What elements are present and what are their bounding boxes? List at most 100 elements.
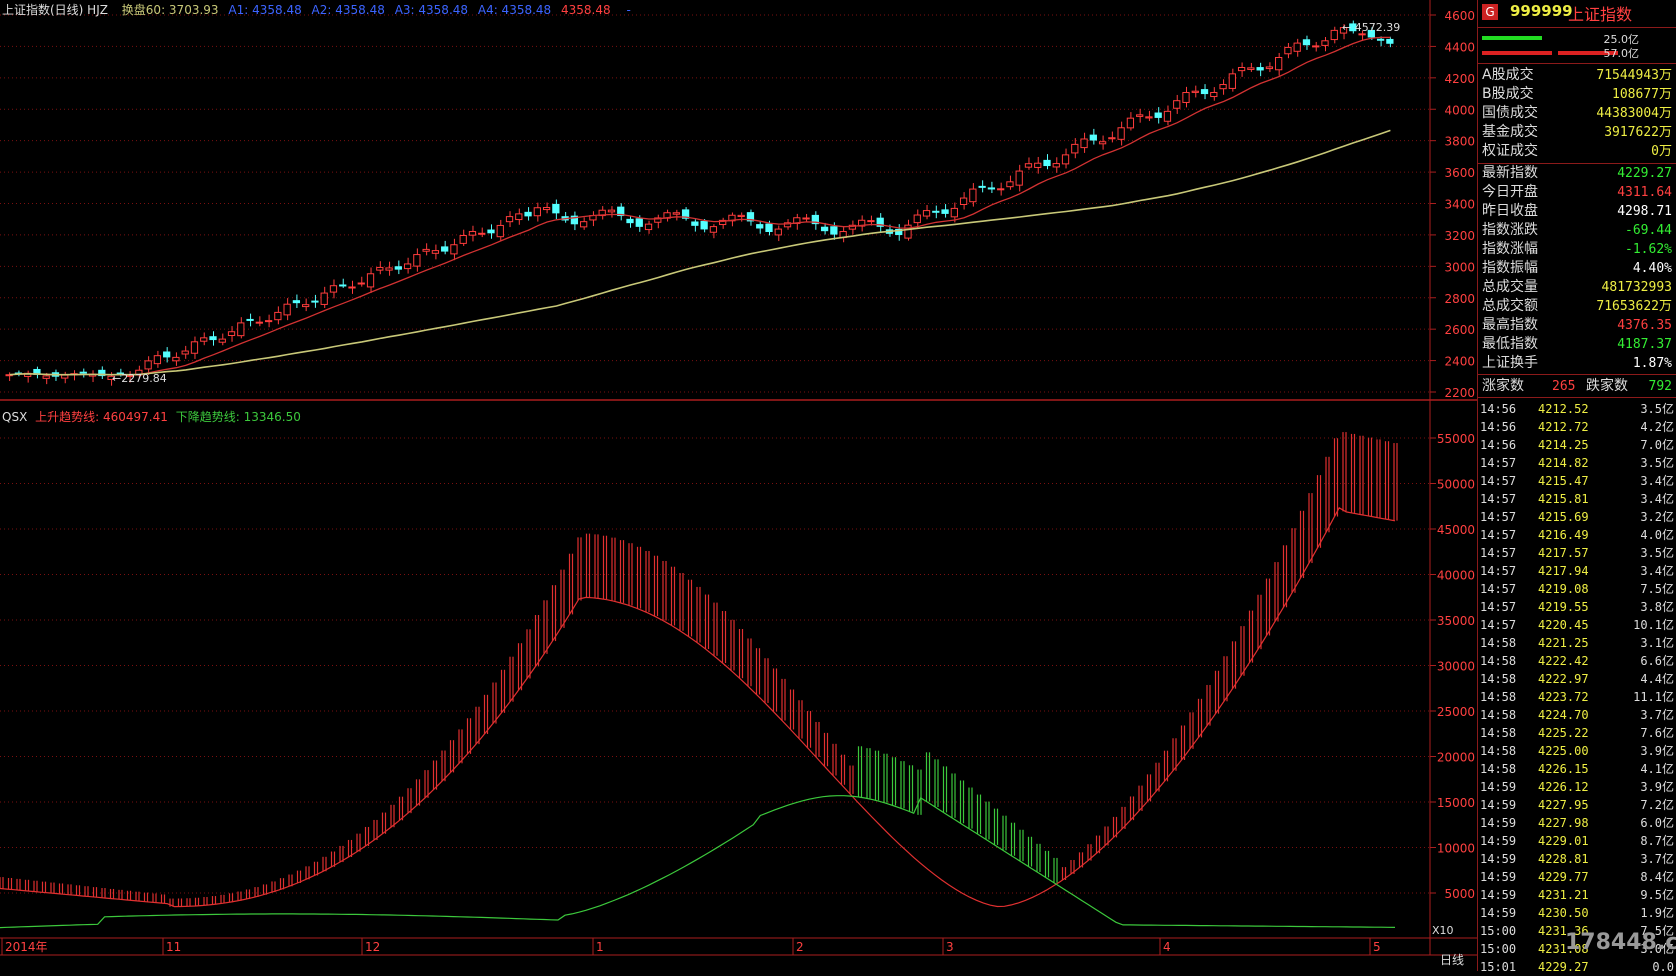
candle-body xyxy=(1089,134,1097,141)
tick-time: 14:59 xyxy=(1480,816,1517,830)
tick-volume: 8.4亿 xyxy=(1640,870,1674,884)
price-axis-label: 2200 xyxy=(1444,386,1475,400)
candle-body xyxy=(820,226,829,232)
tick-row[interactable]: 14:57 4214.82 3.5亿 xyxy=(1480,454,1674,472)
tick-time: 14:58 xyxy=(1480,744,1517,758)
volume-axis-label: 55000 xyxy=(1437,432,1475,446)
candle-body xyxy=(1034,162,1042,168)
tick-row[interactable]: 14:56 4212.52 3.5亿 xyxy=(1480,400,1674,418)
index-value: -1.62% xyxy=(1625,242,1672,257)
tick-row[interactable]: 14:57 4219.55 3.8亿 xyxy=(1480,598,1674,616)
tick-row[interactable]: 14:56 4212.72 4.2亿 xyxy=(1480,418,1674,436)
index-row: 最新指数 4229.27 xyxy=(1482,164,1672,183)
candle-body xyxy=(1043,159,1051,167)
tick-price: 4225.00 xyxy=(1538,744,1589,758)
tick-row[interactable]: 14:57 4217.57 3.5亿 xyxy=(1480,544,1674,562)
tick-time: 14:57 xyxy=(1480,474,1517,488)
tick-row[interactable]: 14:59 4226.12 3.9亿 xyxy=(1480,778,1674,796)
index-code: 999999 xyxy=(1510,2,1573,20)
tick-volume: 4.4亿 xyxy=(1640,672,1674,686)
tick-volume: 7.5亿 xyxy=(1640,582,1674,596)
volume-label: 国债成交 xyxy=(1482,105,1538,121)
tick-row[interactable]: 14:58 4221.25 3.1亿 xyxy=(1480,634,1674,652)
index-row: 指数涨幅 -1.62% xyxy=(1482,240,1672,259)
tick-row[interactable]: 14:58 4222.42 6.6亿 xyxy=(1480,652,1674,670)
a4-label: A4: 4358.48 xyxy=(477,3,552,17)
candle-body xyxy=(468,231,477,236)
candle-body xyxy=(737,214,745,218)
tick-volume: 0.0 xyxy=(1652,960,1674,974)
tick-row[interactable]: 14:56 4214.25 7.0亿 xyxy=(1480,436,1674,454)
tick-row[interactable]: 14:58 4224.70 3.7亿 xyxy=(1480,706,1674,724)
tick-row[interactable]: 14:59 4229.77 8.4亿 xyxy=(1480,868,1674,886)
a6-label: - xyxy=(626,3,631,17)
up-trend-label: 上升趋势线: 460497.41 xyxy=(35,410,168,424)
tick-time: 14:58 xyxy=(1480,672,1517,686)
candle-body xyxy=(329,285,338,293)
tick-price: 4217.94 xyxy=(1538,564,1589,578)
candle-body xyxy=(802,217,810,220)
chart-canvas[interactable]: 4600 4400 4200 4000 3800 3600 3400 3200 3000 2800… xyxy=(0,0,1477,971)
tick-time: 14:57 xyxy=(1480,600,1517,614)
volume-row: A股成交 71544943万 xyxy=(1482,66,1672,85)
volume-value: 3917622万 xyxy=(1604,125,1672,140)
tick-time: 14:56 xyxy=(1480,420,1517,434)
tick-row[interactable]: 14:57 4215.81 3.4亿 xyxy=(1480,490,1674,508)
tick-row[interactable]: 14:57 4220.45 10.1亿 xyxy=(1480,616,1674,634)
candle-body xyxy=(1126,117,1135,129)
tick-row[interactable]: 14:59 4230.50 1.9亿 xyxy=(1480,904,1674,922)
tick-row[interactable]: 15:01 4229.27 0.0 xyxy=(1480,958,1674,976)
a1-label: A1: 4358.48 xyxy=(228,3,302,17)
candle-body xyxy=(959,197,968,205)
x10-label: X10 xyxy=(1432,924,1454,937)
tick-price: 4214.25 xyxy=(1538,438,1589,452)
tick-row[interactable]: 14:59 4228.81 3.7亿 xyxy=(1480,850,1674,868)
tick-volume: 8.7亿 xyxy=(1640,834,1674,848)
price-axis-label: 4600 xyxy=(1444,9,1475,23)
candle-body xyxy=(1265,66,1274,70)
volume-row: B股成交 108677万 xyxy=(1482,85,1672,104)
price-axis-label: 4200 xyxy=(1444,72,1475,86)
tick-volume: 3.9亿 xyxy=(1640,780,1674,794)
tick-price: 4219.55 xyxy=(1538,600,1589,614)
index-row: 指数涨跌 -69.44 xyxy=(1482,221,1672,240)
up-count: 265 xyxy=(1552,379,1576,394)
tick-row[interactable]: 14:59 4227.98 6.0亿 xyxy=(1480,814,1674,832)
tick-row[interactable]: 14:59 4227.95 7.2亿 xyxy=(1480,796,1674,814)
tick-time: 14:57 xyxy=(1480,492,1517,506)
tick-row[interactable]: 14:58 4225.00 3.9亿 xyxy=(1480,742,1674,760)
tick-row[interactable]: 14:58 4222.97 4.4亿 xyxy=(1480,670,1674,688)
tick-row[interactable]: 14:57 4219.08 7.5亿 xyxy=(1480,580,1674,598)
tick-time: 15:00 xyxy=(1480,942,1517,956)
tick-time: 14:58 xyxy=(1480,708,1517,722)
tick-volume: 4.1亿 xyxy=(1640,762,1674,776)
tick-row[interactable]: 14:57 4217.94 3.4亿 xyxy=(1480,562,1674,580)
candle-body xyxy=(515,213,523,221)
candle-body xyxy=(542,207,551,211)
tick-row[interactable]: 14:58 4226.15 4.1亿 xyxy=(1480,760,1674,778)
volume-value: 71544943万 xyxy=(1596,68,1672,83)
x-axis-label: 11 xyxy=(166,940,181,954)
tick-row[interactable]: 14:59 4231.21 9.5亿 xyxy=(1480,886,1674,904)
tick-row[interactable]: 14:58 4225.22 7.6亿 xyxy=(1480,724,1674,742)
candle-body xyxy=(1358,33,1366,36)
candle-body xyxy=(1015,170,1023,186)
candle-body xyxy=(227,331,236,336)
candle-body xyxy=(774,228,782,236)
tick-row[interactable]: 14:57 4215.47 3.4亿 xyxy=(1480,472,1674,490)
tick-row[interactable]: 14:57 4215.69 3.2亿 xyxy=(1480,508,1674,526)
candle-body xyxy=(302,304,310,308)
tick-volume: 6.6亿 xyxy=(1640,654,1674,668)
ma-short-line xyxy=(9,36,1391,376)
tick-row[interactable]: 14:59 4229.01 8.7亿 xyxy=(1480,832,1674,850)
tick-row[interactable]: 14:58 4223.72 11.1亿 xyxy=(1480,688,1674,706)
candle-body xyxy=(635,218,643,227)
tick-volume: 9.5亿 xyxy=(1640,888,1674,902)
down-count-label: 跌家数 xyxy=(1586,378,1628,394)
candle-body xyxy=(79,371,87,374)
candle-body xyxy=(533,207,541,217)
tick-price: 4222.97 xyxy=(1538,672,1589,686)
price-axis-label: 3000 xyxy=(1444,260,1475,274)
tick-row[interactable]: 14:57 4216.49 4.0亿 xyxy=(1480,526,1674,544)
tick-time: 14:58 xyxy=(1480,636,1517,650)
